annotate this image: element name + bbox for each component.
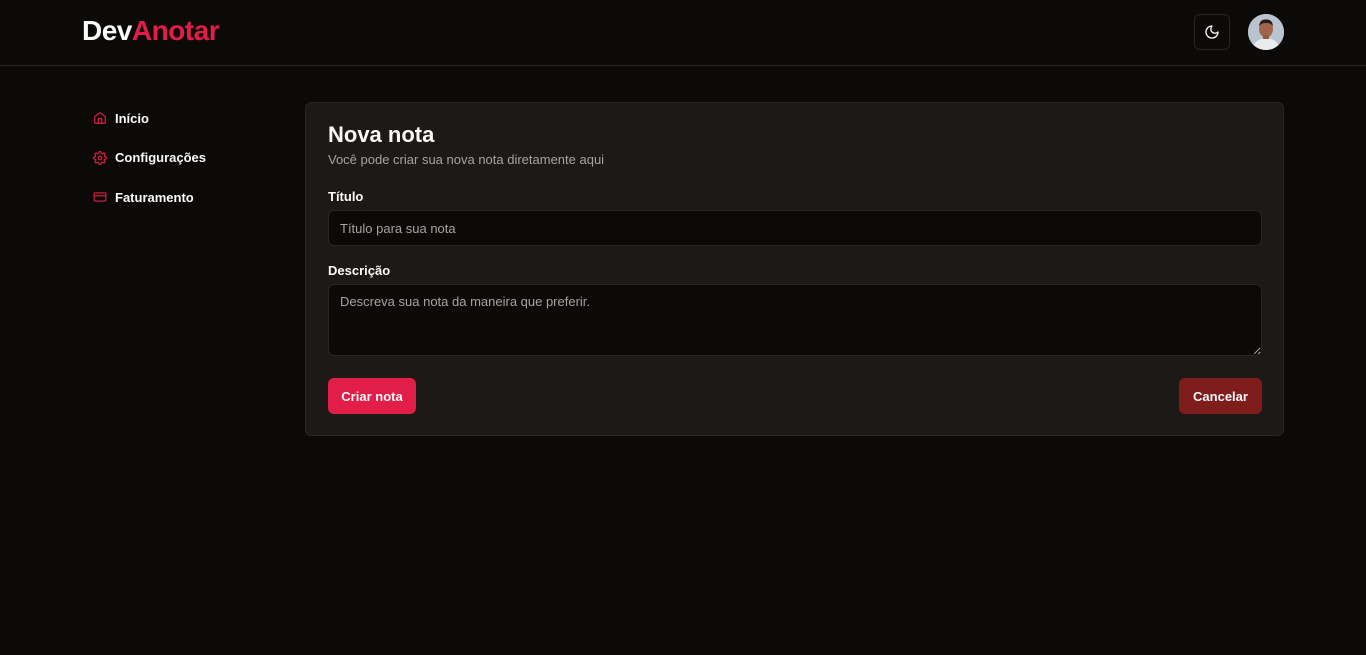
avatar-image (1248, 14, 1284, 50)
cancel-button[interactable]: Cancelar (1179, 378, 1262, 414)
sidebar-item-faturamento[interactable]: Faturamento (82, 181, 282, 213)
theme-toggle-button[interactable] (1194, 14, 1230, 50)
sidebar-item-label: Início (115, 110, 149, 126)
create-note-button[interactable]: Criar nota (328, 378, 416, 414)
sidebar: Início Configurações Faturamento (82, 102, 282, 221)
sidebar-item-label: Configurações (115, 150, 207, 165)
page-title: Nova nota (328, 122, 435, 147)
page-subtitle: Você pode criar sua nova nota diretament… (328, 152, 605, 167)
title-field-label: Título (328, 189, 364, 204)
top-header: DevAnotar (0, 0, 1366, 66)
description-textarea[interactable] (328, 284, 1262, 356)
title-input[interactable] (328, 210, 1262, 246)
moon-icon (1205, 25, 1219, 39)
credit-card-icon (93, 192, 107, 202)
sidebar-item-configuracoes[interactable]: Configurações (82, 142, 282, 174)
new-note-card: Nova nota Você pode criar sua nova nota … (305, 102, 1284, 436)
app-logo[interactable]: DevAnotar (82, 14, 220, 48)
sidebar-item-label: Faturamento (115, 189, 194, 205)
gear-icon (93, 150, 107, 165)
logo-text-dev: Dev (82, 15, 132, 46)
description-field-label: Descrição (328, 263, 391, 278)
home-icon (94, 112, 106, 124)
logo-text-anotar: Anotar (131, 15, 220, 46)
sidebar-item-inicio[interactable]: Início (82, 102, 282, 134)
user-avatar[interactable] (1248, 14, 1284, 50)
